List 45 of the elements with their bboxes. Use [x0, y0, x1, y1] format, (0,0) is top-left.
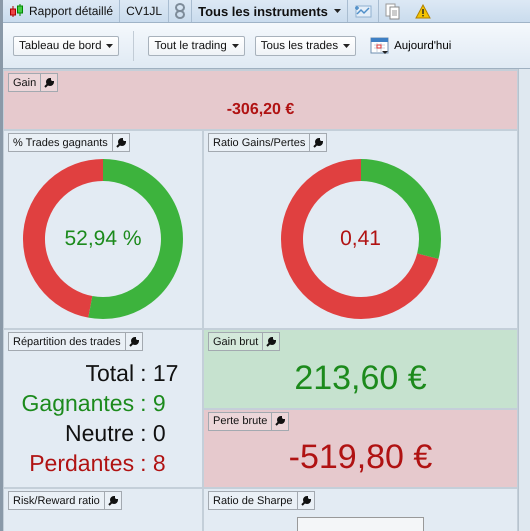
- trade-count-value: : 9: [140, 390, 167, 416]
- donut-value: 52,94 %: [64, 227, 142, 251]
- caret-icon: [343, 44, 350, 48]
- instrument-menu[interactable]: Tous les instruments: [198, 4, 341, 18]
- date-label[interactable]: Aujourd'hui: [394, 40, 452, 52]
- panel-title: Répartition des trades: [12, 334, 122, 350]
- filter-dropdown[interactable]: Tableau de bord: [13, 36, 120, 56]
- report-tab[interactable]: Rapport détaillé: [29, 4, 114, 18]
- filter-dropdown[interactable]: Tous les trades: [254, 36, 356, 56]
- metric-value: -306,20 €: [226, 100, 294, 118]
- metric-value: 213,60 €: [294, 358, 427, 398]
- trade-count-value: : 8: [140, 450, 167, 476]
- caret-icon: [334, 9, 341, 13]
- calendar-icon[interactable]: [370, 36, 390, 55]
- warning-icon[interactable]: [414, 4, 431, 18]
- panel-title: Risk/Reward ratio: [12, 494, 101, 508]
- document-icon[interactable]: [384, 2, 401, 20]
- panel-title: Ratio Gains/Pertes: [212, 136, 306, 150]
- trade-count-value: : 17: [140, 360, 178, 386]
- wrench-icon[interactable]: [266, 336, 276, 346]
- wrench-icon[interactable]: [108, 496, 118, 506]
- panel-title: Ratio de Sharpe: [212, 494, 294, 508]
- wrench-icon[interactable]: [128, 336, 139, 346]
- wrench-icon[interactable]: [300, 496, 310, 506]
- wrench-icon[interactable]: [313, 138, 324, 148]
- trade-count-label: Total: [84, 360, 134, 386]
- account-tab[interactable]: CV1JL: [126, 4, 162, 18]
- wrench-icon[interactable]: [116, 138, 126, 148]
- wrench-icon[interactable]: [44, 78, 54, 88]
- trade-count-label: Gagnantes: [22, 390, 134, 416]
- caret-icon: [106, 44, 114, 48]
- trade-count-value: : 0: [140, 420, 167, 446]
- chart-icon[interactable]: [354, 4, 372, 18]
- metric-value: -519,80 €: [288, 438, 432, 478]
- donut-value: 0,41: [340, 227, 381, 251]
- trade-count-label: Perdantes: [28, 450, 134, 476]
- trade-count-label: Neutre: [64, 420, 134, 446]
- caret-icon: [232, 44, 239, 48]
- panel-title: Gain brut: [212, 334, 260, 350]
- panel-title: Gain: [12, 76, 38, 90]
- wrench-icon[interactable]: [275, 416, 286, 426]
- filter-dropdown[interactable]: Tout le trading: [148, 36, 245, 56]
- panel-title: % Trades gagnants: [12, 136, 109, 150]
- candlestick-icon[interactable]: [9, 3, 25, 19]
- panel-title: Perte brute: [212, 414, 268, 429]
